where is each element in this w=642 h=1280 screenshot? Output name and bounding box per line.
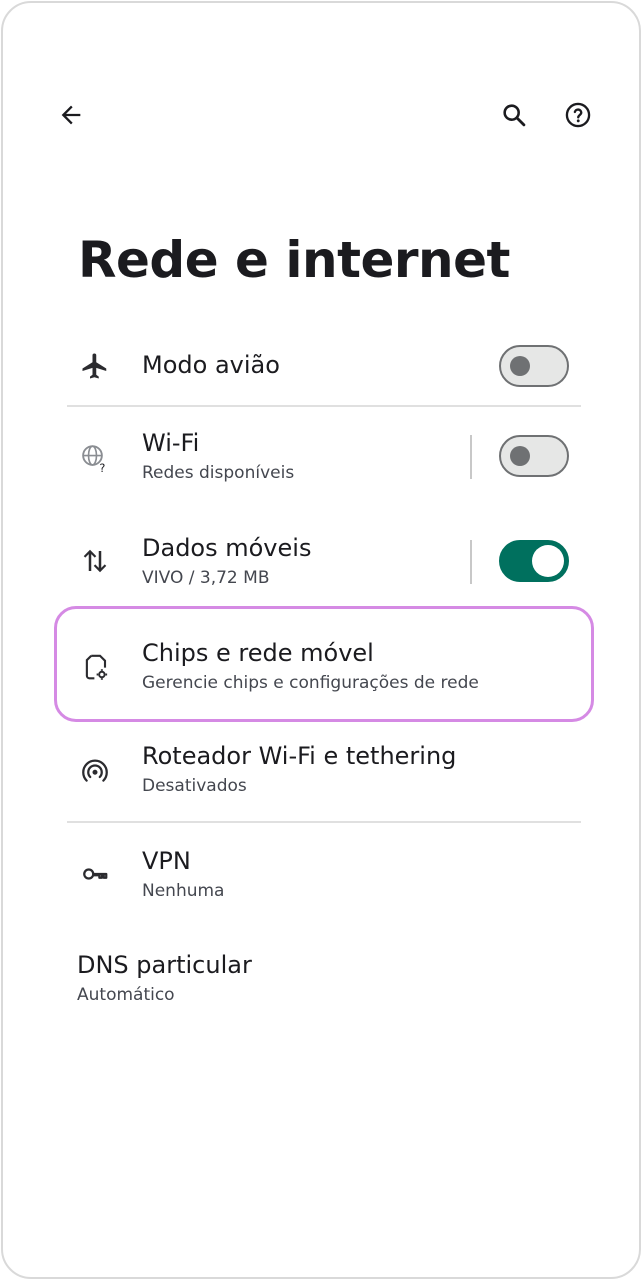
vertical-separator [470,435,472,479]
mobile-data-toggle[interactable] [499,540,569,582]
airplane-icon [75,346,115,386]
wifi-toggle[interactable] [499,435,569,477]
wifi-label: Wi-Fi [142,429,200,457]
hotspot-status: Desativados [142,776,247,796]
private-dns-label: DNS particular [77,951,252,979]
search-button[interactable] [490,91,538,139]
back-button[interactable] [47,91,95,139]
sims-label: Chips e rede móvel [142,639,374,667]
wifi-row[interactable]: ? Wi-Fi Redes disponíveis [3,423,639,491]
sim-gear-icon [75,647,115,687]
key-icon [75,854,115,894]
svg-text:?: ? [99,462,105,473]
sims-description: Gerencie chips e configurações de rede [142,673,479,693]
hotspot-icon [75,751,115,791]
wifi-status: Redes disponíveis [142,463,295,483]
search-icon [503,104,526,127]
private-dns-status: Automático [77,985,175,1005]
vpn-status: Nenhuma [142,881,225,901]
help-button[interactable] [554,91,602,139]
screen-frame: Rede e internet Modo avião ? Wi-Fi Redes… [1,1,641,1279]
vertical-separator [470,540,472,584]
divider [67,405,581,407]
airplane-mode-label: Modo avião [142,351,280,379]
private-dns-row[interactable]: DNS particular Automático [3,945,639,1013]
vpn-label: VPN [142,847,191,875]
mobile-data-usage: VIVO / 3,72 MB [142,568,270,588]
page-title: Rede e internet [78,231,510,289]
help-icon [565,102,591,128]
wifi-globe-icon: ? [75,438,115,478]
airplane-mode-row[interactable]: Modo avião [3,338,639,398]
vpn-row[interactable]: VPN Nenhuma [3,841,639,909]
hotspot-row[interactable]: Roteador Wi-Fi e tethering Desativados [3,736,639,804]
sims-row[interactable]: Chips e rede móvel Gerencie chips e conf… [3,631,639,699]
divider [67,821,581,823]
top-app-bar [3,83,639,147]
arrow-left-icon [61,105,81,125]
data-arrows-icon [75,541,115,581]
mobile-data-label: Dados móveis [142,534,312,562]
mobile-data-row[interactable]: Dados móveis VIVO / 3,72 MB [3,528,639,596]
hotspot-label: Roteador Wi-Fi e tethering [142,742,457,770]
airplane-mode-toggle[interactable] [499,345,569,387]
